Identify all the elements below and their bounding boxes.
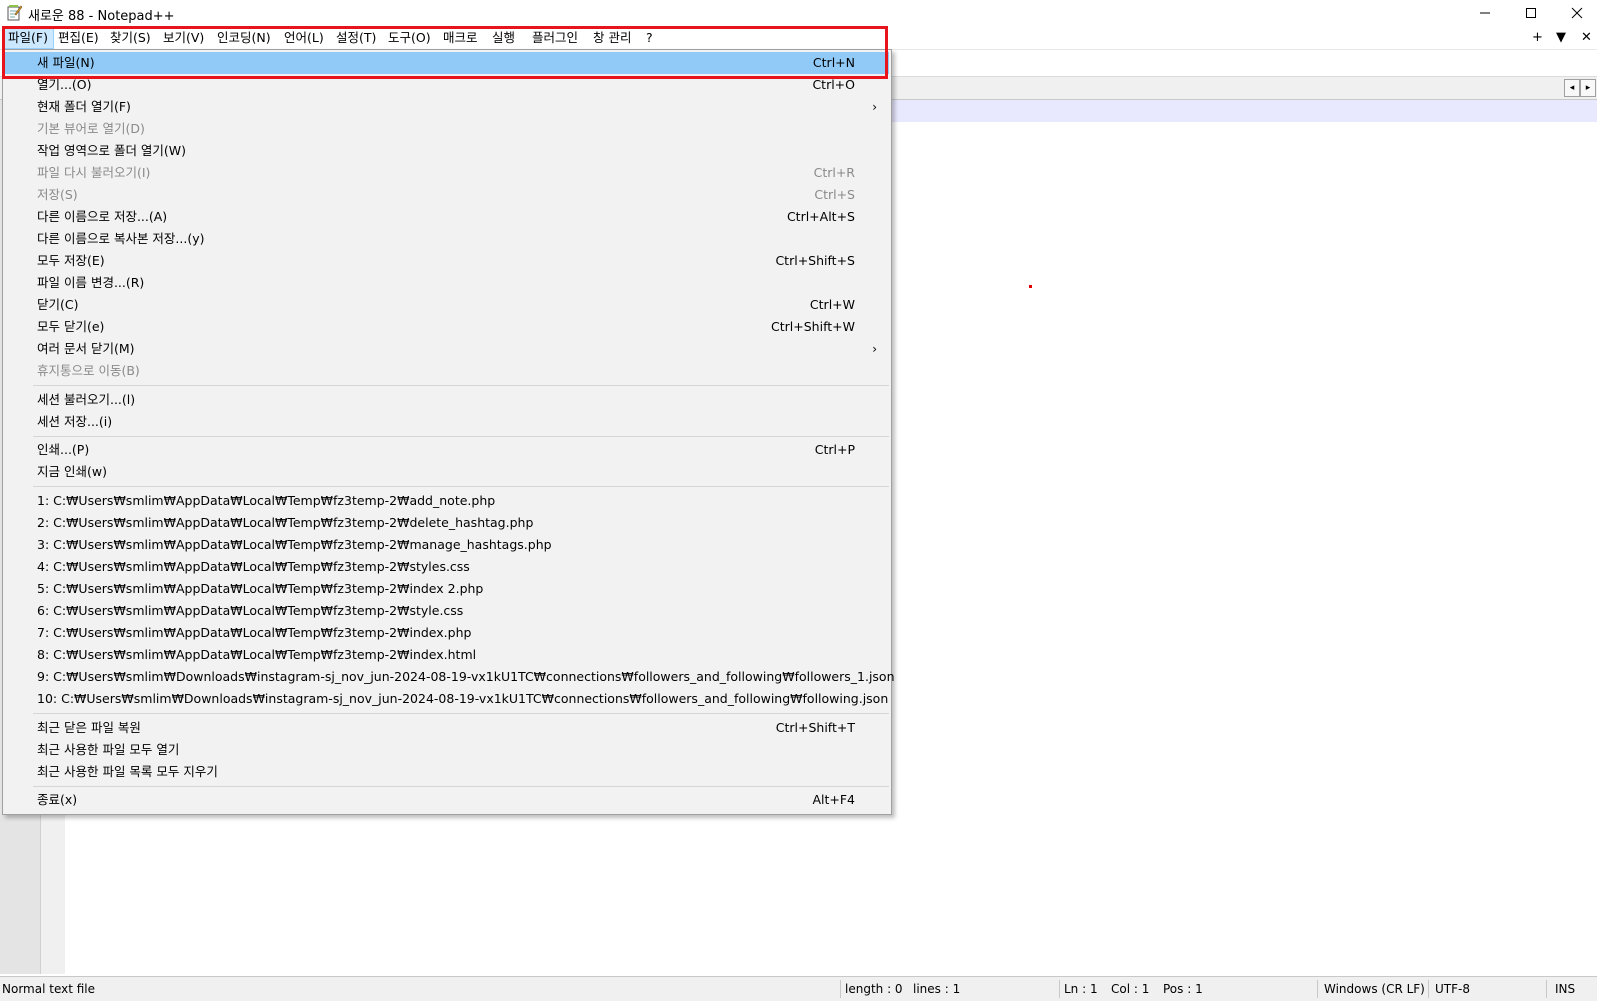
menu-item-save: 저장(S) Ctrl+S [37,187,855,202]
menu-bar: 파일(F) 편집(E) 찾기(S) 보기(V) 인코딩(N) 언어(L) 설정(… [0,27,1597,50]
menu-item-exit[interactable]: 종료(x) Alt+F4 [5,789,889,811]
maximize-button[interactable] [1508,0,1554,26]
status-length: length : 0 [845,982,903,996]
menu-item-recent-file[interactable]: 8: C:₩Users₩smlim₩AppData₩Local₩Temp₩fz3… [5,644,889,666]
close-button[interactable] [1554,0,1597,26]
red-dot-marker [1029,285,1032,288]
menu-item-open-containing-folder[interactable]: 현재 폴더 열기(F) › [5,96,889,118]
title-bar: 새로운 88 - Notepad++ [0,0,1597,26]
minimize-icon [1480,12,1490,14]
menu-item-print-now[interactable]: 지금 인쇄(w) [5,461,889,483]
menu-tools[interactable]: 도구(O) [383,27,436,49]
menu-run[interactable]: 실행 [487,27,520,49]
menu-separator [33,713,889,714]
submenu-arrow-icon: › [872,342,877,356]
menu-settings[interactable]: 설정(T) [331,27,381,49]
close-tab-icon[interactable]: ✕ [1581,30,1592,45]
menu-item-reload: 파일 다시 불러오기(I) Ctrl+R [37,165,855,180]
menu-edit[interactable]: 편집(E) [53,27,104,49]
status-lines: lines : 1 [913,982,961,996]
tab-list-dropdown-icon[interactable]: ▼ [1556,30,1566,45]
status-insert-mode[interactable]: INS [1555,982,1575,996]
menu-item-recent-file[interactable]: 9: C:₩Users₩smlim₩Downloads₩instagram-sj… [5,666,895,688]
status-bar: Normal text file length : 0 lines : 1 Ln… [0,976,1597,1001]
window-title: 새로운 88 - Notepad++ [28,9,175,24]
status-ln: Ln : 1 [1064,982,1098,996]
menu-item-save-all[interactable]: 모두 저장(E) Ctrl+Shift+S [5,250,889,272]
menu-item-recent-file[interactable]: 6: C:₩Users₩smlim₩AppData₩Local₩Temp₩fz3… [5,600,889,622]
tab-scroll-left-icon[interactable]: ◂ [1564,79,1580,97]
menu-item-recent-file[interactable]: 2: C:₩Users₩smlim₩AppData₩Local₩Temp₩fz3… [5,512,889,534]
menu-plugins[interactable]: 플러그인 [527,27,583,49]
menu-separator [33,486,889,487]
menu-item-close-multiple[interactable]: 여러 문서 닫기(M) › [5,338,889,360]
menu-item-recent-file[interactable]: 1: C:₩Users₩smlim₩AppData₩Local₩Temp₩fz3… [5,490,889,512]
menu-item-restore-recent-closed[interactable]: 최근 닫은 파일 복원 Ctrl+Shift+T [5,717,889,739]
menu-item-save-copy-as[interactable]: 다른 이름으로 복사본 저장...(y) [5,228,889,250]
menu-item-move-to-recycle-bin: 휴지통으로 이동(B) [37,363,140,378]
menu-item-new-file[interactable]: 새 파일(N) Ctrl+N [5,52,889,74]
status-eol[interactable]: Windows (CR LF) [1324,982,1425,996]
menu-item-clear-recent-list[interactable]: 최근 사용한 파일 목록 모두 지우기 [5,761,889,783]
menu-help[interactable]: ? [641,27,658,49]
menu-separator [33,436,889,437]
status-encoding[interactable]: UTF-8 [1435,982,1470,996]
menu-item-load-session[interactable]: 세션 불러오기...(l) [5,389,889,411]
menu-item-open-all-recent[interactable]: 최근 사용한 파일 모두 열기 [5,739,889,761]
menu-item-save-as[interactable]: 다른 이름으로 저장...(A) Ctrl+Alt+S [5,206,889,228]
menu-window[interactable]: 창 관리 [588,27,636,49]
menu-item-recent-file[interactable]: 3: C:₩Users₩smlim₩AppData₩Local₩Temp₩fz3… [5,534,889,556]
close-icon [1571,7,1583,19]
menu-item-close[interactable]: 닫기(C) Ctrl+W [5,294,889,316]
status-pos: Pos : 1 [1163,982,1203,996]
menu-item-recent-file[interactable]: 5: C:₩Users₩smlim₩AppData₩Local₩Temp₩fz3… [5,578,889,600]
menu-separator [33,786,889,787]
status-col: Col : 1 [1111,982,1150,996]
menu-language[interactable]: 언어(L) [279,27,329,49]
menu-search[interactable]: 찾기(S) [105,27,156,49]
tab-scroll-right-icon[interactable]: ▸ [1580,79,1596,97]
menu-file[interactable]: 파일(F) [2,27,54,49]
minimize-button[interactable] [1462,0,1508,26]
file-menu-dropdown: 새 파일(N) Ctrl+N 열기...(O) Ctrl+O 현재 폴더 열기(F)… [2,49,895,815]
menu-item-recent-file[interactable]: 7: C:₩Users₩smlim₩AppData₩Local₩Temp₩fz3… [5,622,889,644]
menu-view[interactable]: 보기(V) [158,27,209,49]
menu-item-recent-file[interactable]: 10: C:₩Users₩smlim₩Downloads₩instagram-s… [5,688,889,710]
status-file-type: Normal text file [2,982,96,996]
menu-macro[interactable]: 매크로 [438,27,483,49]
menu-item-save-session[interactable]: 세션 저장...(i) [5,411,889,433]
notepad-icon [7,5,22,21]
menu-item-close-all[interactable]: 모두 닫기(e) Ctrl+Shift+W [5,316,889,338]
menu-item-open-folder-workspace[interactable]: 작업 영역으로 폴더 열기(W) [5,140,889,162]
menu-item-rename[interactable]: 파일 이름 변경...(R) [5,272,889,294]
menu-item-print[interactable]: 인쇄...(P) Ctrl+P [5,439,889,461]
submenu-arrow-icon: › [872,100,877,114]
new-tab-plus-icon[interactable]: + [1532,30,1543,45]
menu-encoding[interactable]: 인코딩(N) [212,27,276,49]
menu-item-open-default-viewer: 기본 뷰어로 열기(D) [37,121,145,136]
maximize-icon [1526,8,1536,18]
menu-item-recent-file[interactable]: 4: C:₩Users₩smlim₩AppData₩Local₩Temp₩fz3… [5,556,889,578]
menu-separator [33,385,889,386]
menu-item-open[interactable]: 열기...(O) Ctrl+O [5,74,889,96]
